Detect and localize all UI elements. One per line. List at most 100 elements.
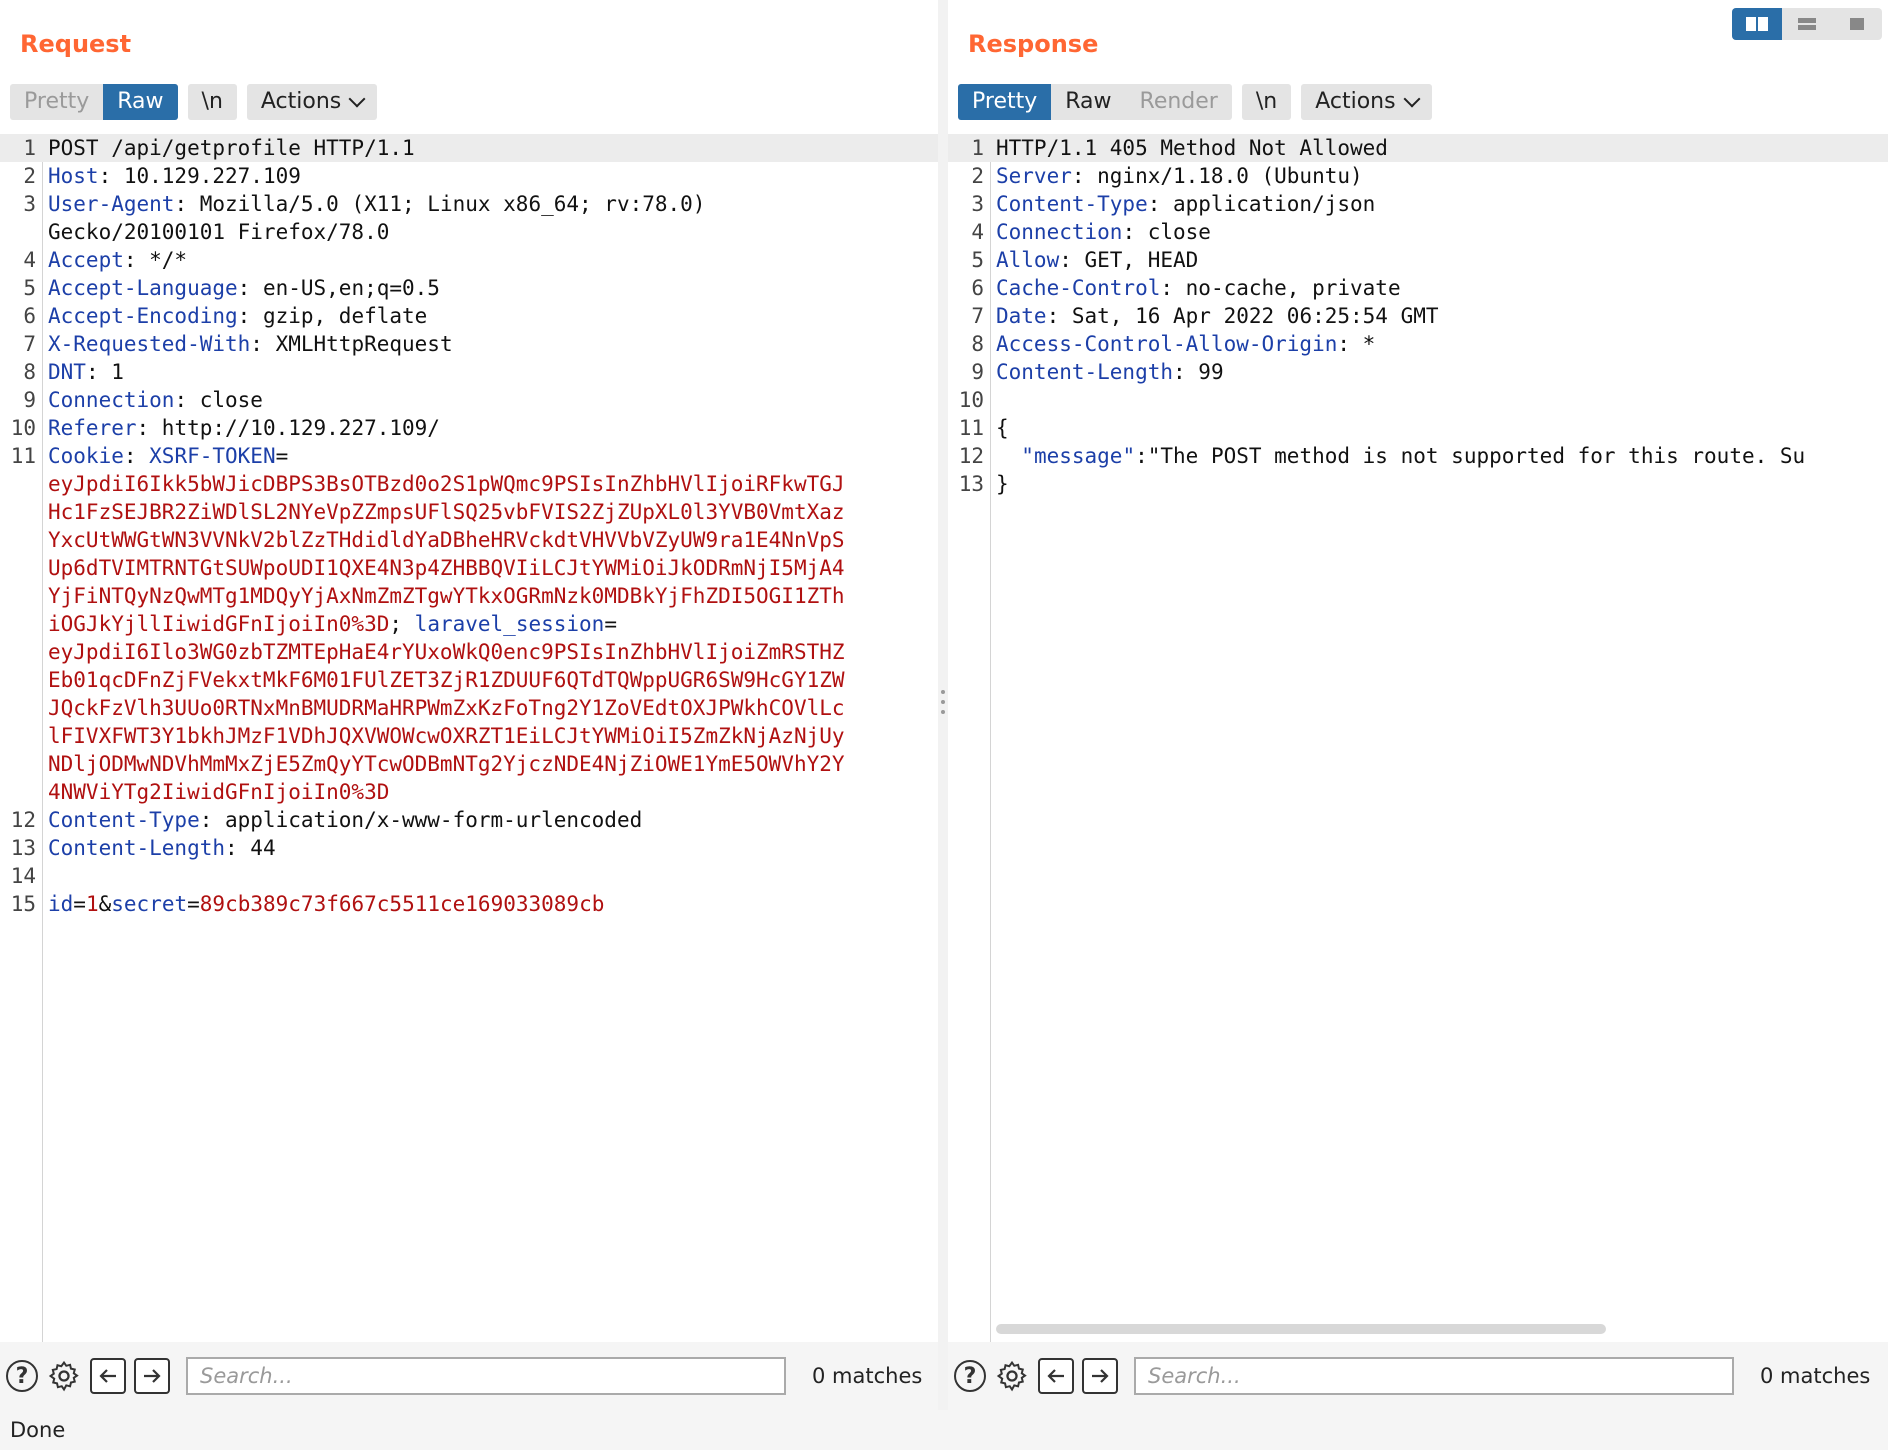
code-token: =	[604, 612, 617, 636]
request-code-line[interactable]: eyJpdiI6Ilo3WG0zbTZMTEpHaE4rYUxoWkQ0enc9…	[0, 638, 938, 666]
line-number: 11	[10, 444, 36, 468]
request-code-line[interactable]: 9 Connection: close	[0, 386, 938, 414]
request-code-line[interactable]: Eb01qcDFnZjFVekxtMkF6M01FUlZET3ZjR1ZDUUF…	[0, 666, 938, 694]
layout-toggle	[1732, 8, 1882, 40]
gear-icon[interactable]	[994, 1358, 1030, 1394]
horizontal-scrollbar[interactable]	[996, 1324, 1606, 1334]
response-code-line[interactable]: 7 Date: Sat, 16 Apr 2022 06:25:54 GMT	[948, 302, 1888, 330]
request-code-line[interactable]: iOGJkYjllIiwidGFnIjoiIn0%3D; laravel_ses…	[0, 610, 938, 638]
code-token: lFIVXFWT3Y1bkhJMzF1VDhJQXVWOWcwOXRZT1EiL…	[48, 724, 845, 748]
code-token: : close	[174, 388, 263, 412]
request-actions-dropdown[interactable]: Actions	[246, 84, 378, 120]
request-code-line[interactable]: Up6dTVIMTRNTGtSUWpoUDI1QXE4N3p4ZHBBQVIiL…	[0, 554, 938, 582]
tabbed-layout-button[interactable]	[1832, 8, 1882, 40]
response-code-line[interactable]: 5 Allow: GET, HEAD	[948, 246, 1888, 274]
request-code-line[interactable]: 8 DNT: 1	[0, 358, 938, 386]
code-token: : gzip, deflate	[237, 304, 428, 328]
request-code-line[interactable]: 12 Content-Type: application/x-www-form-u…	[0, 806, 938, 834]
request-editor[interactable]: 1 POST /api/getprofile HTTP/1.1 2 Host: 10.…	[0, 134, 938, 1342]
request-code-line[interactable]: 15 id=1&secret=89cb389c73f667c5511ce16903…	[0, 890, 938, 918]
next-match-button[interactable]	[1082, 1358, 1118, 1394]
response-code-line[interactable]: 4 Connection: close	[948, 218, 1888, 246]
line-text: JQckFzVlh3UUo0RTNxMnBMUDRMaHRPWmZxKzFoTn…	[48, 694, 845, 722]
request-code-line[interactable]: Hc1FzSEJBR2ZiWDlSL2NYeVpZZmpsUFlSQ25vbFV…	[0, 498, 938, 526]
response-code-line[interactable]: 9 Content-Length: 99	[948, 358, 1888, 386]
response-code-line[interactable]: 11 {	[948, 414, 1888, 442]
response-code-line[interactable]: 6 Cache-Control: no-cache, private	[948, 274, 1888, 302]
request-code-line[interactable]: NDljODMwNDVhMmMxZjE5ZmQyYTcwODBmNTg2Yjcz…	[0, 750, 938, 778]
request-code-line[interactable]: 2 Host: 10.129.227.109	[0, 162, 938, 190]
response-code-line[interactable]: 12 "message":"The POST method is not sup…	[948, 442, 1888, 470]
request-code-line[interactable]: 10 Referer: http://10.129.227.109/	[0, 414, 938, 442]
request-code-line[interactable]: 13 Content-Length: 44	[0, 834, 938, 862]
line-text: Hc1FzSEJBR2ZiWDlSL2NYeVpZZmpsUFlSQ25vbFV…	[48, 498, 845, 526]
response-code-line[interactable]: 10	[948, 386, 1888, 414]
request-code-line[interactable]: 3 User-Agent: Mozilla/5.0 (X11; Linux x86…	[0, 190, 938, 218]
line-number: 9	[971, 360, 984, 384]
request-code-line[interactable]: 5 Accept-Language: en-US,en;q=0.5	[0, 274, 938, 302]
request-code-line[interactable]: 14	[0, 862, 938, 890]
request-code-line[interactable]: JQckFzVlh3UUo0RTNxMnBMUDRMaHRPWmZxKzFoTn…	[0, 694, 938, 722]
request-search-input[interactable]	[186, 1357, 786, 1395]
request-code-lines: 1 POST /api/getprofile HTTP/1.1 2 Host: 10.…	[0, 134, 938, 918]
next-match-button[interactable]	[134, 1358, 170, 1394]
response-actions-dropdown[interactable]: Actions	[1301, 84, 1432, 120]
code-token: Cache-Control	[996, 276, 1161, 300]
code-token: }	[996, 472, 1009, 496]
help-icon[interactable]: ?	[6, 1360, 38, 1392]
line-number: 14	[10, 864, 36, 888]
help-icon[interactable]: ?	[954, 1360, 986, 1392]
previous-match-button[interactable]	[1038, 1358, 1074, 1394]
splitter-grip-icon[interactable]	[941, 690, 945, 714]
code-token: :"The POST method is not supported for t…	[1135, 444, 1806, 468]
code-token: Content-Length	[996, 360, 1174, 384]
response-code-line[interactable]: 1 HTTP/1.1 405 Method Not Allowed	[948, 134, 1888, 162]
request-newline-toggle[interactable]: \n	[187, 84, 237, 120]
request-code-line[interactable]: 4NWViYTg2IiwidGFnIjoiIn0%3D	[0, 778, 938, 806]
request-code-line[interactable]: Gecko/20100101 Firefox/78.0	[0, 218, 938, 246]
request-code-line[interactable]: YjFiNTQyNzQwMTg1MDQyYjAxNmZmZTgwYTkxOGRm…	[0, 582, 938, 610]
response-actions-label: Actions	[1315, 89, 1396, 114]
response-newline-toggle[interactable]: \n	[1241, 84, 1292, 120]
code-token: Server	[996, 164, 1072, 188]
code-token: eyJpdiI6Ilo3WG0zbTZMTEpHaE4rYUxoWkQ0enc9…	[48, 640, 845, 664]
response-code-line[interactable]: 8 Access-Control-Allow-Origin: *	[948, 330, 1888, 358]
line-text: Content-Type: application/x-www-form-url…	[48, 806, 642, 834]
line-number: 12	[958, 444, 984, 468]
code-token: 89cb389c73f667c5511ce169033089cb	[199, 892, 605, 916]
request-tab-pretty[interactable]: Pretty	[10, 84, 103, 120]
line-number: 15	[10, 892, 36, 916]
request-code-line[interactable]: 11 Cookie: XSRF-TOKEN=	[0, 442, 938, 470]
previous-match-button[interactable]	[90, 1358, 126, 1394]
code-token: : close	[1122, 220, 1211, 244]
request-code-line[interactable]: 6 Accept-Encoding: gzip, deflate	[0, 302, 938, 330]
code-token: : application/json	[1147, 192, 1376, 216]
response-toolbar: Pretty Raw Render \n Actions	[958, 84, 1432, 120]
response-search-input[interactable]	[1134, 1357, 1734, 1395]
request-match-count: 0 matches	[812, 1364, 923, 1388]
request-code-line[interactable]: 1 POST /api/getprofile HTTP/1.1	[0, 134, 938, 162]
side-by-side-layout-button[interactable]	[1732, 8, 1782, 40]
request-code-line[interactable]: 4 Accept: */*	[0, 246, 938, 274]
response-code-line[interactable]: 3 Content-Type: application/json	[948, 190, 1888, 218]
gear-icon[interactable]	[46, 1358, 82, 1394]
response-code-line[interactable]: 2 Server: nginx/1.18.0 (Ubuntu)	[948, 162, 1888, 190]
request-code-line[interactable]: 7 X-Requested-With: XMLHttpRequest	[0, 330, 938, 358]
response-tab-raw[interactable]: Raw	[1051, 84, 1125, 120]
request-code-line[interactable]: YxcUtWWGtWN3VVNkV2blZzTHdidldYaDBheHRVck…	[0, 526, 938, 554]
request-code-line[interactable]: eyJpdiI6Ikk5bWJicDBPS3BsOTBzd0o2S1pWQmc9…	[0, 470, 938, 498]
response-editor[interactable]: 1 HTTP/1.1 405 Method Not Allowed 2 Server:…	[948, 134, 1888, 1342]
arrow-left-icon	[99, 1369, 116, 1383]
response-tab-pretty[interactable]: Pretty	[958, 84, 1052, 120]
code-token: : Sat, 16 Apr 2022 06:25:54 GMT	[1046, 304, 1439, 328]
stacked-layout-button[interactable]	[1782, 8, 1832, 40]
request-code-line[interactable]: lFIVXFWT3Y1bkhJMzF1VDhJQXVWOWcwOXRZT1EiL…	[0, 722, 938, 750]
line-text: 4NWViYTg2IiwidGFnIjoiIn0%3D	[48, 778, 389, 806]
line-number: 5	[23, 276, 36, 300]
response-code-line[interactable]: 13}	[948, 470, 1888, 498]
request-tab-raw[interactable]: Raw	[103, 84, 178, 120]
line-text: }	[996, 470, 1009, 498]
response-tab-render[interactable]: Render	[1126, 84, 1232, 120]
line-text: DNT: 1	[48, 358, 124, 386]
code-token: Eb01qcDFnZjFVekxtMkF6M01FUlZET3ZjR1ZDUUF…	[48, 668, 845, 692]
